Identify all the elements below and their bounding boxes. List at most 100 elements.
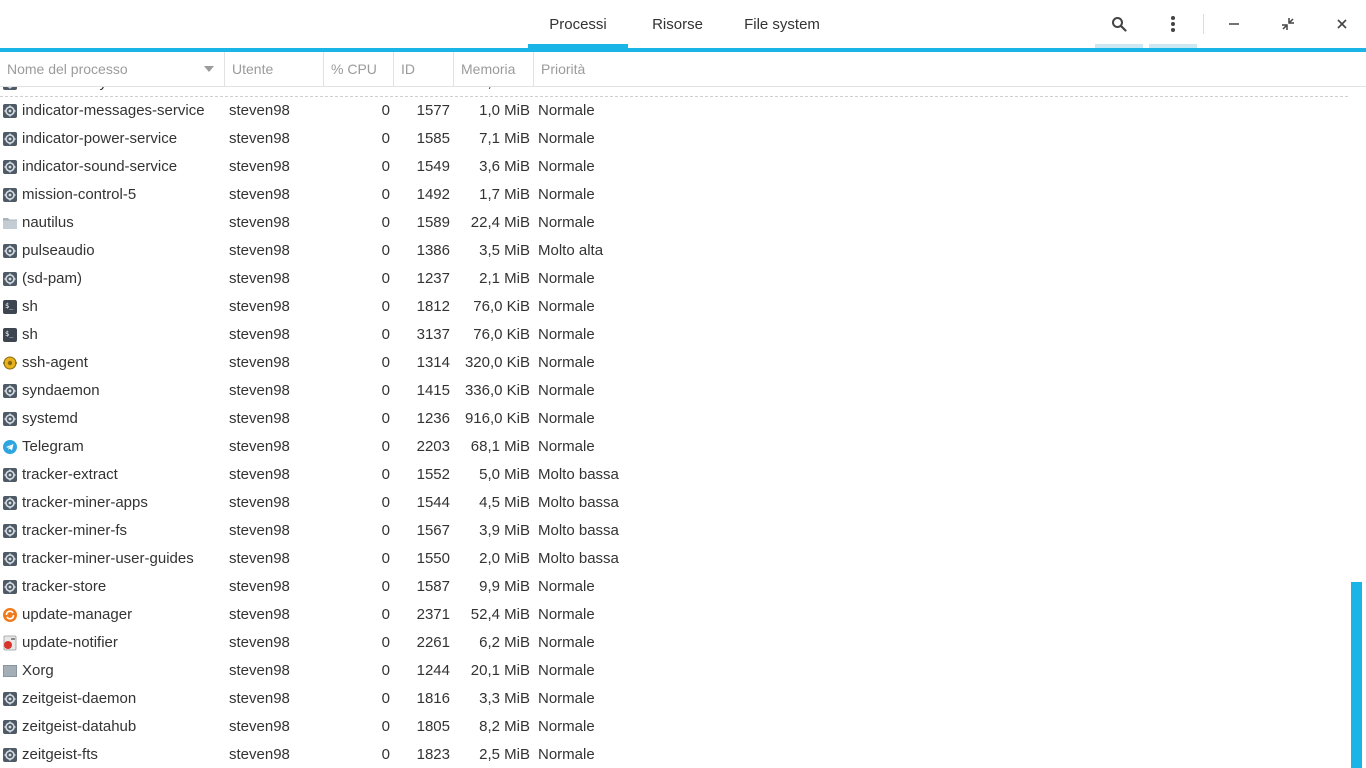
close-button[interactable] [1318,0,1366,48]
process-cpu: 0 [381,270,390,287]
table-row[interactable]: zeitgeist-fts steven98 0 1823 2,5 MiB Normale [0,741,1348,768]
process-user: steven98 [229,438,290,455]
process-cpu: 0 [381,746,390,763]
search-button[interactable] [1095,0,1143,48]
table-row[interactable]: tracker-extract steven98 0 1552 5,0 MiB Molto… [0,461,1348,489]
process-user: steven98 [229,298,290,315]
process-priority: Normale [538,690,595,707]
process-cpu: 0 [381,634,390,651]
process-id: 1314 [416,354,450,371]
process-priority: Normale [538,214,595,231]
table-row[interactable]: indicator-sound-service steven98 0 1549 3,6 … [0,153,1348,181]
process-cpu: 0 [381,242,390,259]
tab-processi[interactable]: Processi [528,0,628,48]
process-memory: 916,0 KiB [464,410,530,427]
restore-button[interactable] [1264,0,1312,48]
column-priority[interactable]: Priorità [534,52,1366,87]
column-id[interactable]: ID [394,52,454,87]
process-priority: Normale [538,662,595,679]
process-id: 1492 [416,186,450,203]
tab-bar: Processi Risorse File system [528,0,837,48]
process-id: 1415 [416,382,450,399]
process-memory: 4,5 MiB [479,494,530,511]
table-row[interactable]: $_ sh steven98 0 3137 76,0 KiB Normale [0,321,1348,349]
process-priority: Normale [538,718,595,735]
process-priority: Normale [538,746,595,763]
table-row[interactable]: zeitgeist-datahub steven98 0 1805 8,2 MiB Nor… [0,713,1348,741]
process-cpu: 0 [381,354,390,371]
minimize-icon [1229,23,1239,25]
process-name: tracker-miner-user-guides [22,550,194,567]
table-row[interactable]: Xorg steven98 0 1244 20,1 MiB Normale [0,657,1348,685]
table-row[interactable]: $_ sh steven98 0 1812 76,0 KiB Normale [0,293,1348,321]
process-priority: Molto alta [538,242,604,259]
process-memory: 9,9 MiB [479,578,530,595]
process-user: steven98 [229,186,290,203]
process-cpu: 0 [381,186,390,203]
table-row[interactable]: Telegram steven98 0 2203 68,1 MiB Normale [0,433,1348,461]
column-user-label: Utente [232,61,274,77]
gear-icon [3,160,17,174]
gear-icon [3,104,17,118]
process-memory: 5,0 MiB [479,466,530,483]
column-priority-label: Priorità [541,61,586,77]
process-name: tracker-miner-apps [22,494,148,511]
process-memory: 1,7 MiB [479,186,530,203]
process-name: (sd-pam) [22,270,83,287]
table-row[interactable]: tracker-miner-user-guides steven98 0 1550 2,… [0,545,1348,573]
table-row[interactable]: mission-control-5 steven98 0 1492 1,7 MiB Nor… [0,181,1348,209]
process-id: 3137 [416,326,450,343]
update-manager-icon [3,608,17,622]
column-memory[interactable]: Memoria [454,52,534,87]
table-row[interactable]: tracker-store steven98 0 1587 9,9 MiB Normale [0,573,1348,601]
process-priority: Normale [538,354,595,371]
process-name: tracker-store [22,578,107,595]
table-row[interactable]: tracker-miner-fs steven98 0 1567 3,9 MiB Molt… [0,517,1348,545]
table-row[interactable]: indicator-power-service steven98 0 1585 7,1 … [0,125,1348,153]
table-row[interactable]: update-notifier steven98 0 2261 6,2 MiB Norma… [0,629,1348,657]
table-row[interactable]: update-manager steven98 0 2371 52,4 MiB Norma… [0,601,1348,629]
table-row[interactable]: ssh-agent steven98 0 1314 320,0 KiB Normale [0,349,1348,377]
process-id: 1236 [416,410,450,427]
process-cpu: 0 [381,326,390,343]
sort-desc-icon [204,66,214,72]
menu-button[interactable] [1149,0,1197,48]
process-priority: Normale [538,130,595,147]
column-name[interactable]: Nome del processo [0,52,225,87]
process-priority: Normale [538,578,595,595]
tab-risorse[interactable]: Risorse [628,0,727,48]
process-priority: Normale [538,102,595,119]
column-user[interactable]: Utente [225,52,324,87]
process-cpu: 0 [381,690,390,707]
process-id: 1587 [416,578,450,595]
process-cpu: 0 [381,494,390,511]
minimize-button[interactable] [1210,0,1258,48]
table-row[interactable]: zeitgeist-daemon steven98 0 1816 3,3 MiB Norm… [0,685,1348,713]
process-priority: Normale [538,326,595,343]
process-id: 1823 [416,746,450,763]
process-list[interactable]: indicator-messages-service steven98 0 1577 1… [0,87,1348,768]
table-row[interactable]: systemd steven98 0 1236 916,0 KiB Normale [0,405,1348,433]
process-id: 1544 [416,494,450,511]
table-row[interactable]: syndaemon steven98 0 1415 336,0 KiB Normale [0,377,1348,405]
table-row[interactable]: (sd-pam) steven98 0 1237 2,1 MiB Normale [0,265,1348,293]
process-memory: 8,2 MiB [479,718,530,735]
process-id: 1237 [416,270,450,287]
process-user: steven98 [229,270,290,287]
process-name: mission-control-5 [22,186,137,203]
table-row[interactable]: tracker-miner-apps steven98 0 1544 4,5 MiB Mo… [0,489,1348,517]
table-row[interactable]: indicator-messages-service steven98 0 1577 1… [0,97,1348,125]
gear-icon [3,524,17,538]
gear-icon [3,748,17,762]
tab-file-system[interactable]: File system [727,0,837,48]
column-cpu[interactable]: % CPU [324,52,394,87]
process-cpu: 0 [381,606,390,623]
process-user: steven98 [229,130,290,147]
gear-icon [3,384,17,398]
scrollbar-thumb[interactable] [1351,582,1362,768]
table-row[interactable]: nautilus steven98 0 1589 22,4 MiB Normale [0,209,1348,237]
process-user: steven98 [229,634,290,651]
table-row[interactable]: pulseaudio steven98 0 1386 3,5 MiB Molto alta [0,237,1348,265]
process-cpu: 0 [381,130,390,147]
process-memory: 76,0 KiB [473,326,530,343]
